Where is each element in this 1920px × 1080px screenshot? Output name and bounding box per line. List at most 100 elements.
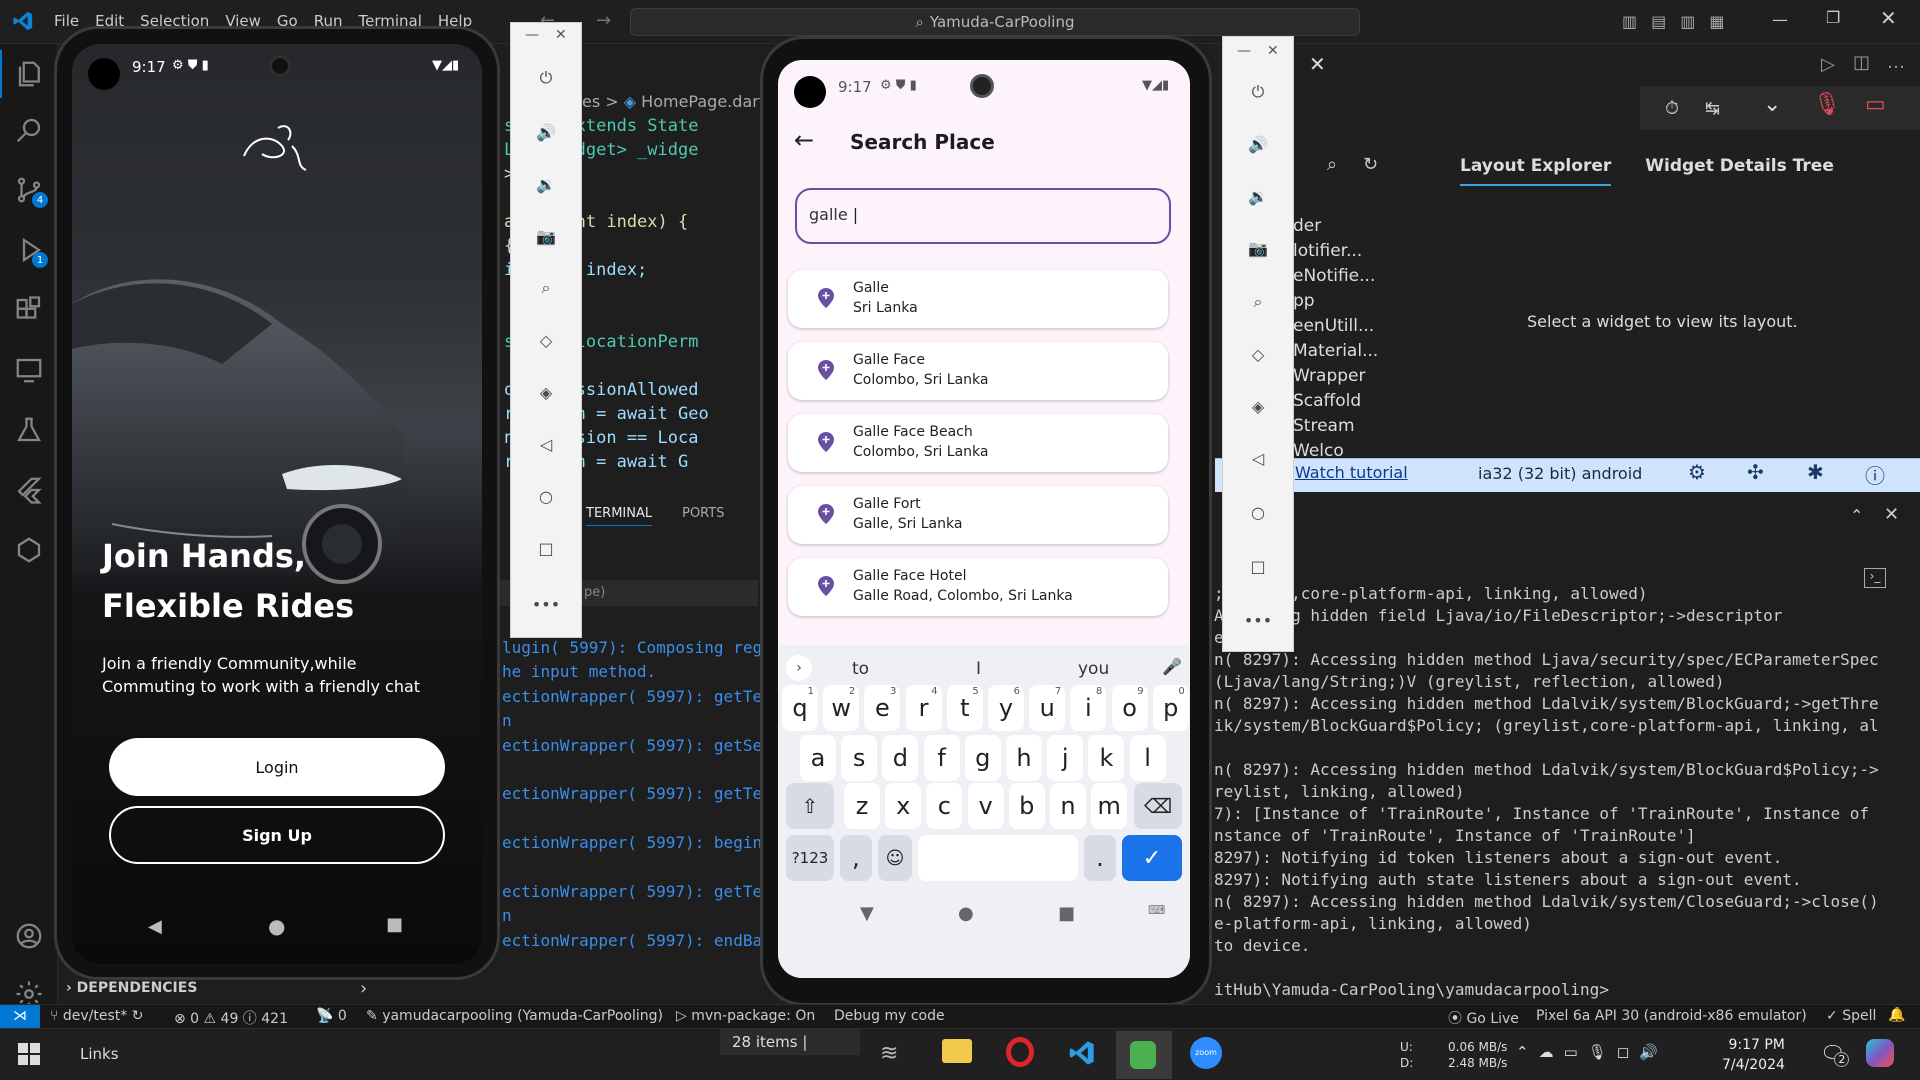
more-icon[interactable]: ••• xyxy=(1223,595,1293,645)
key-d[interactable]: d xyxy=(882,735,919,781)
rotate-right-icon[interactable]: ◈ xyxy=(1223,381,1293,431)
notifications-bell-icon[interactable]: 🔔 xyxy=(1888,1007,1905,1023)
key-w[interactable]: w2 xyxy=(823,685,860,731)
copilot-taskbar-icon[interactable] xyxy=(1866,1039,1894,1067)
emoji-key[interactable]: ☺ xyxy=(878,835,912,881)
android-recents-icon[interactable]: ■ xyxy=(1058,903,1075,924)
testing-icon[interactable] xyxy=(0,406,58,454)
key-v[interactable]: v xyxy=(967,783,1004,829)
android-home-icon[interactable]: ● xyxy=(268,914,285,938)
search-input[interactable]: galle | xyxy=(795,188,1171,244)
space-key[interactable] xyxy=(918,835,1078,881)
expand-suggestions-icon[interactable]: › xyxy=(786,655,812,681)
key-u[interactable]: u7 xyxy=(1029,685,1066,731)
suggestion-3[interactable]: you xyxy=(1078,659,1109,679)
go-live-status[interactable]: ⦿ Go Live xyxy=(1448,1008,1519,1028)
remote-explorer-icon[interactable] xyxy=(0,346,58,394)
key-j[interactable]: j xyxy=(1047,735,1084,781)
place-result[interactable]: Galle Face Hotel Galle Road, Colombo, Sri… xyxy=(788,558,1168,616)
key-b[interactable]: b xyxy=(1008,783,1045,829)
rotate-left-icon[interactable]: ◇ xyxy=(1223,329,1293,379)
clock[interactable]: 9:17 PM 7/4/2024 xyxy=(1722,1035,1785,1075)
problems-status[interactable]: ⊗ 0 ⚠ 49 ⓘ 421 xyxy=(174,1008,288,1028)
close-window-button[interactable]: ✕ xyxy=(1880,6,1897,30)
tree-item[interactable]: eenUtill... xyxy=(1293,314,1443,339)
panel-maximize-icon[interactable]: ⌃ xyxy=(1850,506,1863,525)
more-actions-icon[interactable]: … xyxy=(1887,52,1905,73)
tree-item[interactable]: eNotifie... xyxy=(1293,264,1443,289)
signup-button[interactable]: Sign Up xyxy=(109,806,445,864)
login-button[interactable]: Login xyxy=(109,738,445,796)
more-icon[interactable]: ••• xyxy=(511,579,581,629)
nav-forward-icon[interactable]: → xyxy=(596,10,611,31)
key-y[interactable]: y6 xyxy=(988,685,1024,731)
accounts-icon[interactable] xyxy=(0,912,58,960)
split-editor-icon[interactable]: ◫ xyxy=(1853,52,1870,73)
overview-icon[interactable]: □ xyxy=(511,523,581,573)
tab-layout-explorer[interactable]: Layout Explorer xyxy=(1460,156,1612,186)
key-q[interactable]: q1 xyxy=(782,685,818,731)
debug-status[interactable]: Debug my code xyxy=(834,1008,945,1024)
footer-help-icon[interactable]: ⓘ xyxy=(1865,460,1885,489)
notification-center-icon[interactable]: 🗨 2 xyxy=(1820,1041,1850,1067)
panel-close-icon[interactable]: ✕ xyxy=(1884,504,1899,525)
volume-down-icon[interactable]: 🔉 xyxy=(1223,171,1293,221)
opera-browser-icon[interactable] xyxy=(1006,1037,1034,1067)
screenshot-icon[interactable]: 📷 xyxy=(511,211,581,261)
ports-status[interactable]: 📡 0 xyxy=(316,1008,347,1024)
terminal-shell-icon[interactable]: ›_ xyxy=(1864,568,1886,588)
zoom-icon[interactable]: ⌕ xyxy=(1223,277,1293,327)
camera-off-icon[interactable]: ▭ xyxy=(1865,92,1886,117)
shift-key[interactable]: ⇧ xyxy=(786,783,834,829)
home-icon[interactable]: ○ xyxy=(511,471,581,521)
emulator-close-icon[interactable]: ✕ xyxy=(555,27,567,43)
emulator-minimize-icon[interactable]: — xyxy=(1237,43,1251,59)
refresh-icon[interactable]: ↻ xyxy=(1363,154,1378,175)
remote-indicator[interactable]: ⋊ xyxy=(0,1005,40,1029)
key-h[interactable]: h xyxy=(1006,735,1042,781)
overview-icon[interactable]: □ xyxy=(1223,541,1293,591)
windows-start-icon[interactable] xyxy=(18,1043,40,1065)
play-icon[interactable]: ▷ xyxy=(1821,54,1835,75)
footer-bug-icon[interactable]: ✱ xyxy=(1807,460,1824,484)
tree-item[interactable]: pp xyxy=(1293,289,1443,314)
timer-icon[interactable]: ⏱ xyxy=(1665,98,1679,119)
copilot-icon[interactable] xyxy=(0,526,58,574)
tab-widget-details-tree[interactable]: Widget Details Tree xyxy=(1645,156,1834,186)
vscode-taskbar-icon[interactable] xyxy=(1068,1039,1096,1071)
file-explorer-icon[interactable] xyxy=(942,1039,972,1063)
suggestion-2[interactable]: I xyxy=(976,659,981,679)
tree-item[interactable]: Stream xyxy=(1293,414,1443,439)
source-control-icon[interactable]: 4 xyxy=(0,166,58,214)
place-result[interactable]: Galle Fort Galle, Sri Lanka xyxy=(788,486,1168,544)
android-back-icon[interactable]: ◀ xyxy=(148,916,162,937)
tree-item[interactable]: Material... xyxy=(1293,339,1443,364)
place-result[interactable]: Galle Sri Lanka xyxy=(788,270,1168,328)
keyboard-switch-icon[interactable]: ⌨ xyxy=(1148,903,1165,917)
key-r[interactable]: r4 xyxy=(905,685,942,731)
mic-icon[interactable]: 🎤 xyxy=(1162,657,1182,676)
key-i[interactable]: i8 xyxy=(1070,685,1107,731)
volume-down-icon[interactable]: 🔉 xyxy=(511,159,581,209)
footer-gear-icon[interactable]: ⚙ xyxy=(1688,460,1706,484)
power-icon[interactable]: ⏻ xyxy=(1223,67,1293,117)
dropdown-chevron-icon[interactable]: ⌄ xyxy=(1763,92,1781,117)
back-icon[interactable]: ◁ xyxy=(1223,433,1293,483)
tree-item[interactable]: lotifier... xyxy=(1293,239,1443,264)
enter-key[interactable]: ✓ xyxy=(1122,835,1182,881)
minimize-button[interactable]: — xyxy=(1772,10,1788,29)
volume-up-icon[interactable]: 🔊 xyxy=(1223,119,1293,169)
key-s[interactable]: s xyxy=(841,735,878,781)
emulator-close-icon[interactable]: ✕ xyxy=(1267,43,1279,59)
rotate-right-icon[interactable]: ◈ xyxy=(511,367,581,417)
key-z[interactable]: z xyxy=(844,783,880,829)
footer-extension-icon[interactable]: ✣ xyxy=(1747,460,1764,484)
backspace-key[interactable]: ⌫ xyxy=(1134,783,1182,829)
device-status[interactable]: Pixel 6a API 30 (android-x86 emulator) xyxy=(1536,1008,1807,1024)
mic-off-icon[interactable]: 🎙 xyxy=(1813,92,1841,117)
widget-tree[interactable]: der lotifier... eNotifie... pp eenUtill... Ma… xyxy=(1293,214,1443,464)
key-g[interactable]: g xyxy=(964,735,1001,781)
key-t[interactable]: t5 xyxy=(946,685,983,731)
tree-item[interactable]: der xyxy=(1293,214,1443,239)
project-status[interactable]: ✎ yamudacarpooling (Yamuda-CarPooling) xyxy=(366,1008,663,1024)
